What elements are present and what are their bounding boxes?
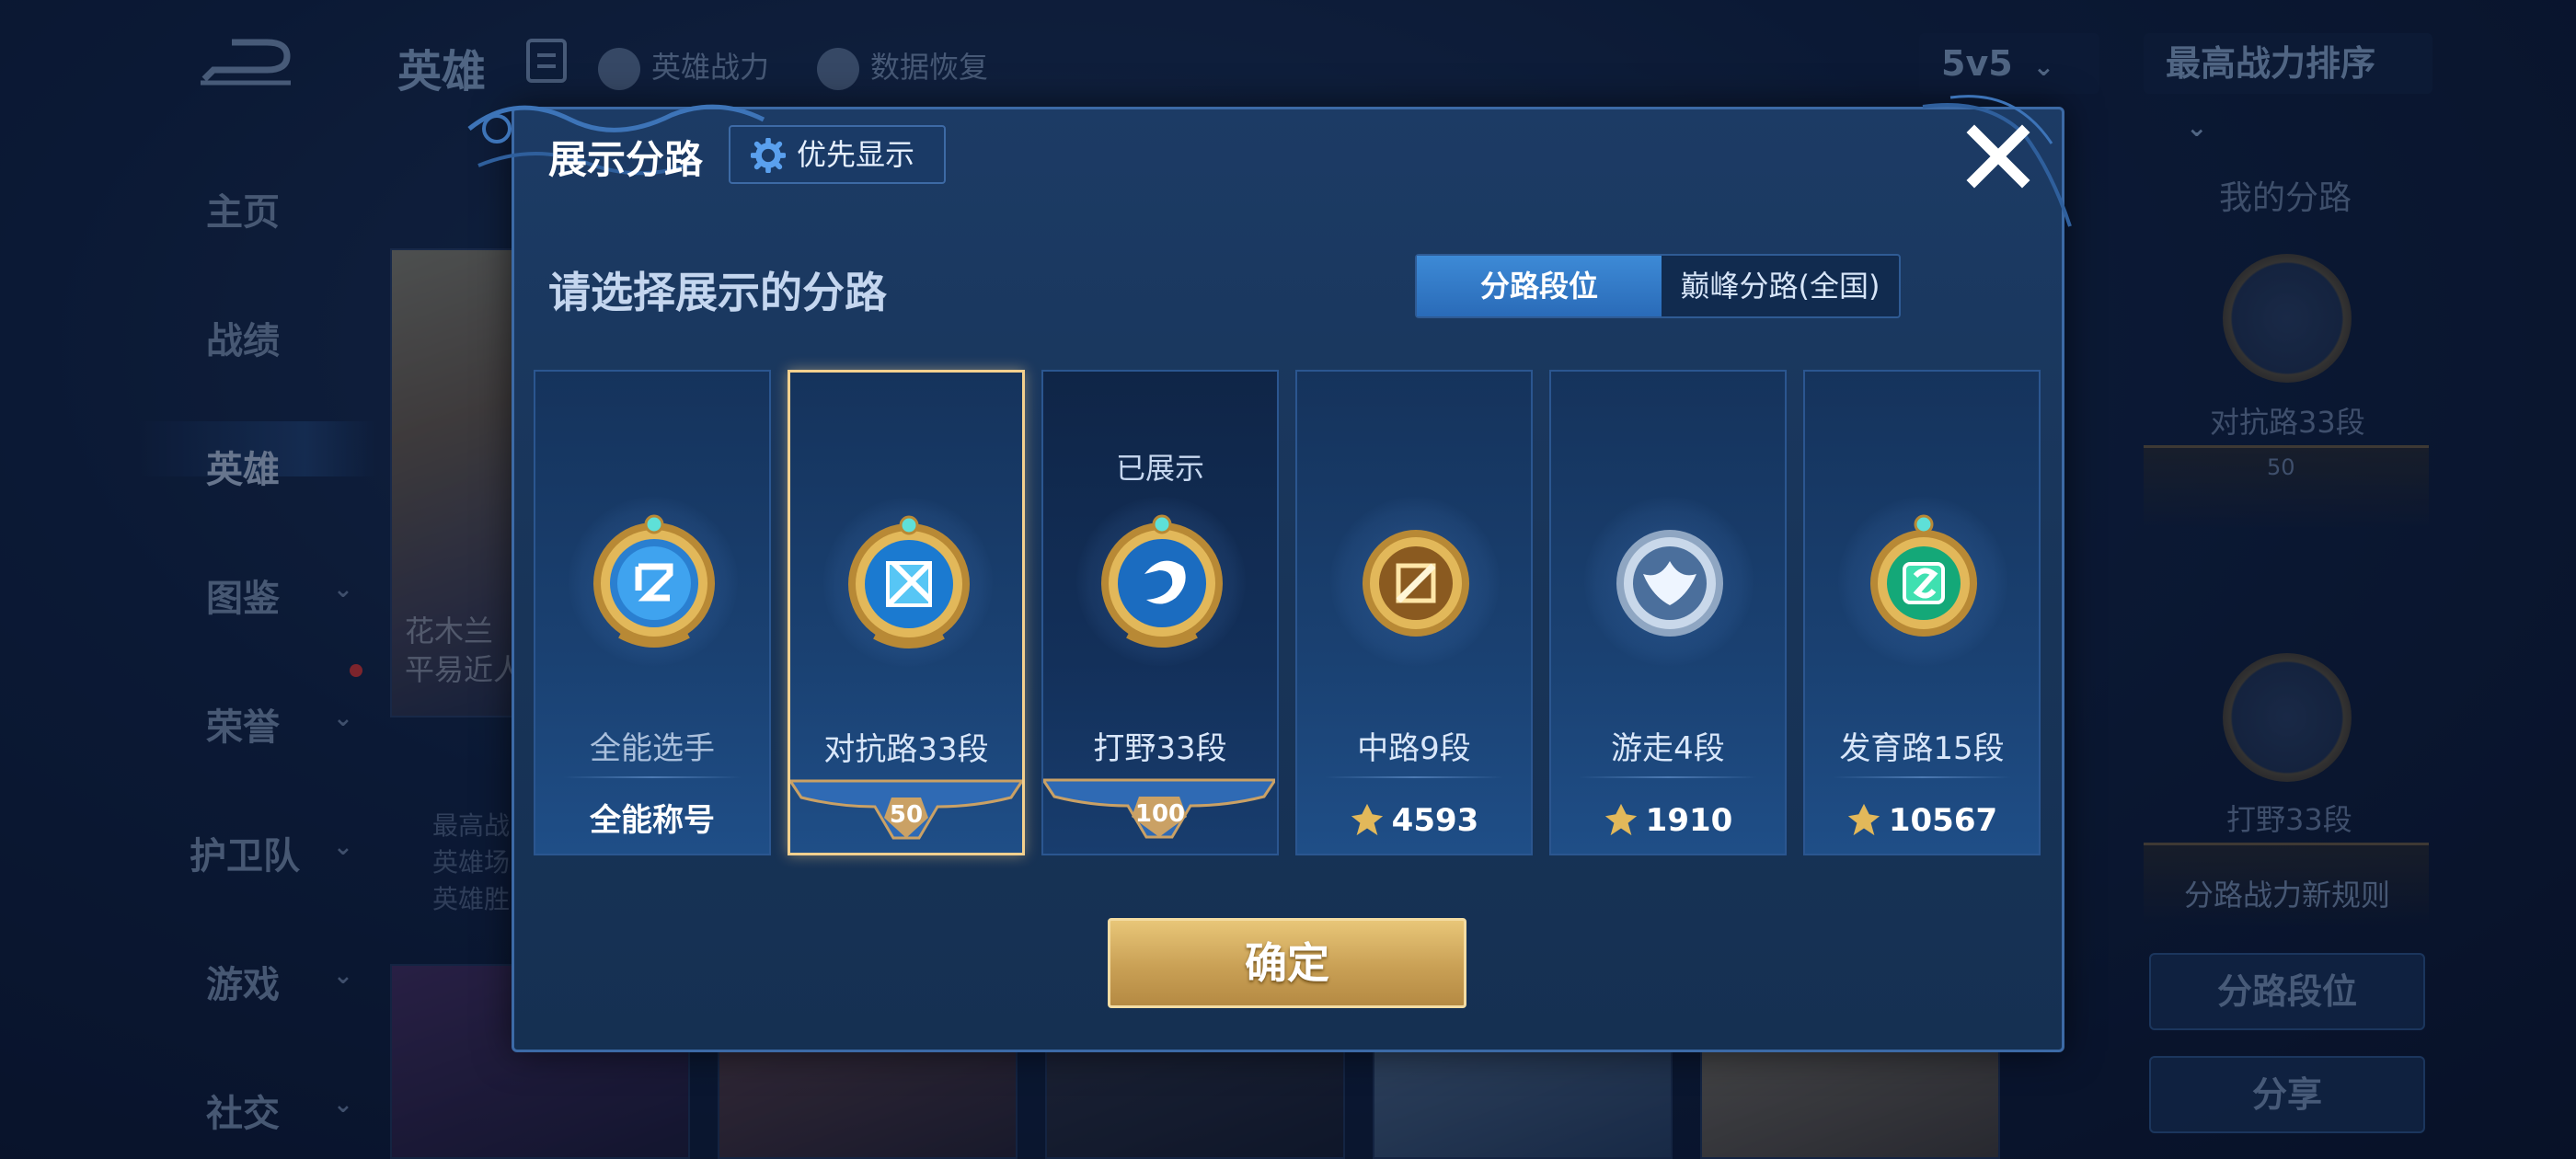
lane-name: 发育路15段 [1839,730,2005,767]
farm-lane-emblem-icon [1870,514,1977,637]
power-icon [1847,803,1880,835]
rank-banner-value: 100 [1134,800,1186,828]
already-shown-label: 已展示 [1115,451,1204,486]
priority-display-button[interactable]: 优先显示 [729,125,946,184]
power-icon [1604,803,1637,835]
tab-peak-lane[interactable]: 巅峰分路(全国) [1662,256,1899,316]
lane-card-roam[interactable]: 游走4段 1910 [1549,370,1787,855]
jungle-emblem-icon [1101,514,1223,648]
lane-card-clash[interactable]: 对抗路33段 50 [788,370,1025,855]
lane-power: 1910 [1551,786,1785,855]
gear-icon [751,138,786,173]
dialog-subtitle: 请选择展示的分路 [548,268,887,317]
lane-type-toggle: 分路段位 巅峰分路(全国) [1415,254,1901,318]
lane-power: 10567 [1805,786,2039,855]
mid-lane-emblem-icon [1363,530,1469,637]
roam-emblem-icon [1616,530,1723,637]
clash-lane-emblem-icon [848,515,970,648]
lane-name: 全能选手 [590,730,715,767]
lane-card-mid[interactable]: 中路9段 4593 [1295,370,1533,855]
rank-banner-value: 50 [889,801,924,829]
lane-name: 游走4段 [1611,730,1725,767]
all-round-emblem-icon [593,514,715,648]
lane-card-jungle[interactable]: 已展示 打野33段 100 [1041,370,1279,855]
lane-name: 对抗路33段 [823,731,989,768]
dialog-title: 展示分路 [548,137,704,182]
lane-name: 打野33段 [1093,730,1227,767]
lane-card-farm[interactable]: 发育路15段 10567 [1803,370,2041,855]
confirm-button[interactable]: 确定 [1108,918,1466,1008]
lane-power: 4593 [1297,786,1531,855]
close-icon[interactable] [1963,121,2033,191]
lane-name: 中路9段 [1357,730,1471,767]
lane-options: 全能选手 全能称号 对抗路33段 50 已展示 打野33段 100 中路9段 4… [534,370,2042,855]
power-icon [1351,803,1383,835]
lane-foot: 全能称号 [590,802,715,839]
lane-card-all-round[interactable]: 全能选手 全能称号 [534,370,771,855]
tab-lane-rank[interactable]: 分路段位 [1417,256,1662,316]
